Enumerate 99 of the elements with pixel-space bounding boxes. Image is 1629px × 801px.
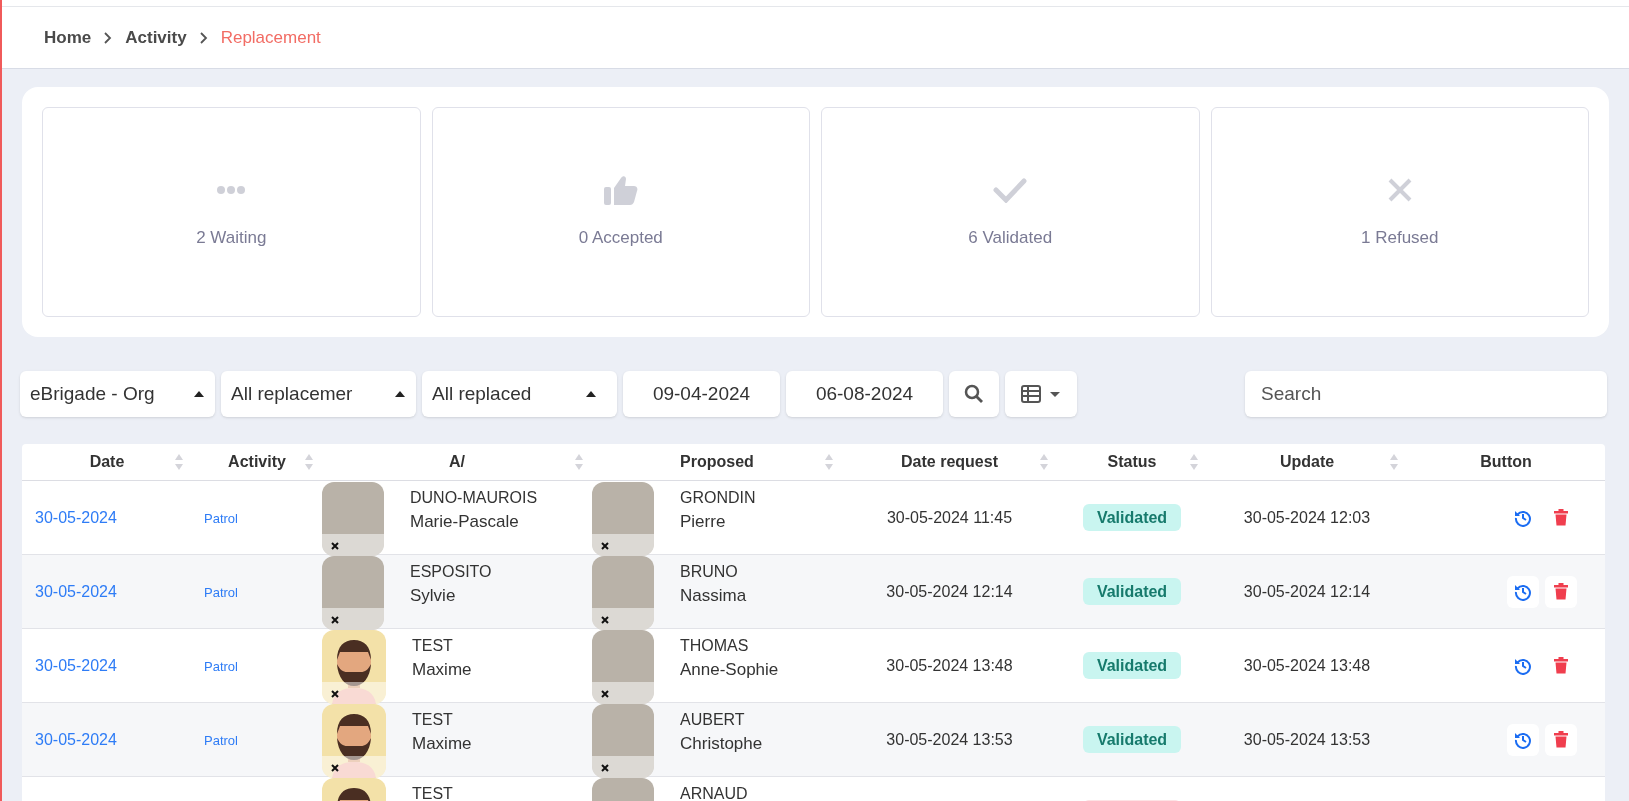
column-header[interactable]: A/ — [449, 450, 465, 474]
person-first-name: Sylvie — [410, 585, 457, 607]
trash-icon — [1554, 583, 1568, 600]
close-icon — [1386, 177, 1413, 204]
close-icon[interactable] — [331, 764, 339, 772]
caret-up-icon — [394, 390, 406, 398]
trash-icon — [1554, 509, 1568, 526]
close-icon[interactable] — [601, 690, 609, 698]
date-request-text: 30-05-2024 12:14 — [886, 582, 1013, 600]
person-first-name: Maxime — [412, 659, 472, 681]
close-icon[interactable] — [601, 542, 609, 550]
person-last-name: TEST — [412, 636, 454, 656]
status-badge: Validated — [1083, 578, 1181, 605]
date-link[interactable]: 30-05-2024 — [35, 656, 117, 674]
person-last-name: GRONDIN — [680, 488, 756, 508]
check-icon — [993, 177, 1028, 204]
status-badge: Validated — [1083, 504, 1181, 531]
trash-icon — [1554, 731, 1568, 748]
activity-link[interactable]: Patrol — [204, 584, 238, 600]
date-request-text: 30-05-2024 11:45 — [886, 508, 1013, 526]
dropdown[interactable]: eBrigade - Org — [20, 371, 215, 417]
breadcrumb-link[interactable]: Home — [44, 24, 92, 51]
close-icon[interactable] — [331, 542, 339, 550]
dots-icon — [216, 185, 247, 196]
delete-button[interactable] — [1545, 575, 1577, 608]
status-count-label: 2 Waiting — [196, 227, 267, 250]
close-icon[interactable] — [601, 764, 609, 772]
update-text: 30-05-2024 13:48 — [1243, 656, 1371, 674]
column-header[interactable]: Date request — [901, 450, 998, 474]
dropdown[interactable]: All replaced — [422, 371, 617, 417]
person-first-name: Pierre — [680, 511, 727, 533]
person-last-name: ARNAUD — [680, 784, 748, 801]
update-text: 30-05-2024 13:53 — [1243, 730, 1371, 748]
history-button[interactable] — [1507, 575, 1539, 608]
person-first-name: Anne-Sophie — [680, 659, 779, 681]
dropdown[interactable]: All replacemer — [221, 371, 416, 417]
status-badge: Validated — [1083, 726, 1181, 753]
person-last-name: TEST — [412, 784, 453, 801]
column-header[interactable]: Activity — [228, 450, 286, 474]
status-count-label: 0 Accepted — [578, 227, 663, 250]
status-card[interactable]: 0 Accepted — [431, 107, 810, 317]
status-count-label: 6 Validated — [968, 227, 1053, 250]
caret-up-icon — [193, 390, 205, 398]
person-last-name: AUBERT — [680, 710, 746, 730]
activity-link[interactable]: Patrol — [204, 658, 238, 674]
status-card[interactable]: 1 Refused — [1210, 107, 1589, 317]
column-header[interactable]: Status — [1107, 450, 1157, 474]
history-icon — [1514, 656, 1532, 675]
date-request-text: 30-05-2024 13:53 — [886, 730, 1013, 748]
column-header[interactable]: Date — [89, 450, 125, 474]
delete-button[interactable] — [1545, 723, 1577, 756]
chevron-right-icon — [198, 31, 209, 44]
history-button[interactable] — [1507, 723, 1539, 756]
date-field[interactable]: 09-04-2024 — [623, 371, 780, 417]
close-icon[interactable] — [331, 690, 339, 698]
person-last-name: BRUNO — [680, 562, 739, 582]
chevron-right-icon — [103, 31, 114, 44]
update-text: 30-05-2024 12:14 — [1243, 582, 1371, 600]
person-silhouette-drawing — [337, 788, 371, 801]
close-icon[interactable] — [601, 616, 609, 624]
thumbs-up-icon — [602, 174, 639, 207]
caret-up-icon — [585, 390, 597, 398]
person-first-name: Marie-Pascale — [410, 511, 520, 533]
date-field[interactable]: 06-08-2024 — [786, 371, 943, 417]
person-last-name: ESPOSITO — [410, 562, 492, 582]
status-card[interactable]: 6 Validated — [821, 107, 1200, 317]
column-header[interactable]: Update — [1279, 450, 1335, 474]
history-icon — [1514, 582, 1532, 601]
column-header[interactable]: Proposed — [680, 450, 754, 474]
search-icon — [964, 384, 984, 404]
status-card[interactable]: 2 Waiting — [42, 107, 421, 317]
person-first-name: Maxime — [412, 733, 472, 755]
trash-icon — [1554, 657, 1568, 674]
breadcrumb-link[interactable]: Activity — [125, 24, 187, 51]
date-request-text: 30-05-2024 13:48 — [886, 656, 1013, 674]
status-count-label: 1 Refused — [1361, 227, 1439, 250]
status-badge: Validated — [1083, 652, 1181, 679]
column-header[interactable]: Button — [1480, 450, 1532, 474]
person-first-name: Christophe — [680, 733, 763, 755]
person-last-name: THOMAS — [680, 636, 750, 656]
update-text: 30-05-2024 12:03 — [1243, 508, 1371, 526]
person-last-name: TEST — [412, 710, 454, 730]
person-first-name: Nassima — [680, 585, 747, 607]
search-field[interactable]: Search — [1245, 371, 1607, 417]
person-last-name: DUNO-MAUROIS — [410, 488, 538, 508]
person-silhouette-drawing — [332, 714, 376, 778]
activity-link[interactable]: Patrol — [204, 510, 238, 526]
close-icon[interactable] — [331, 616, 339, 624]
table-view-button[interactable] — [1005, 371, 1077, 417]
date-link[interactable]: 30-05-2024 — [35, 508, 117, 526]
table-icon — [1021, 385, 1041, 403]
caret-down-icon — [1049, 390, 1061, 398]
person-silhouette-drawing — [332, 640, 376, 704]
date-link[interactable]: 30-05-2024 — [35, 582, 117, 600]
history-icon — [1514, 508, 1532, 527]
history-icon — [1514, 730, 1532, 749]
activity-link[interactable]: Patrol — [204, 732, 238, 748]
search-button[interactable] — [949, 371, 999, 417]
date-link[interactable]: 30-05-2024 — [35, 730, 117, 748]
